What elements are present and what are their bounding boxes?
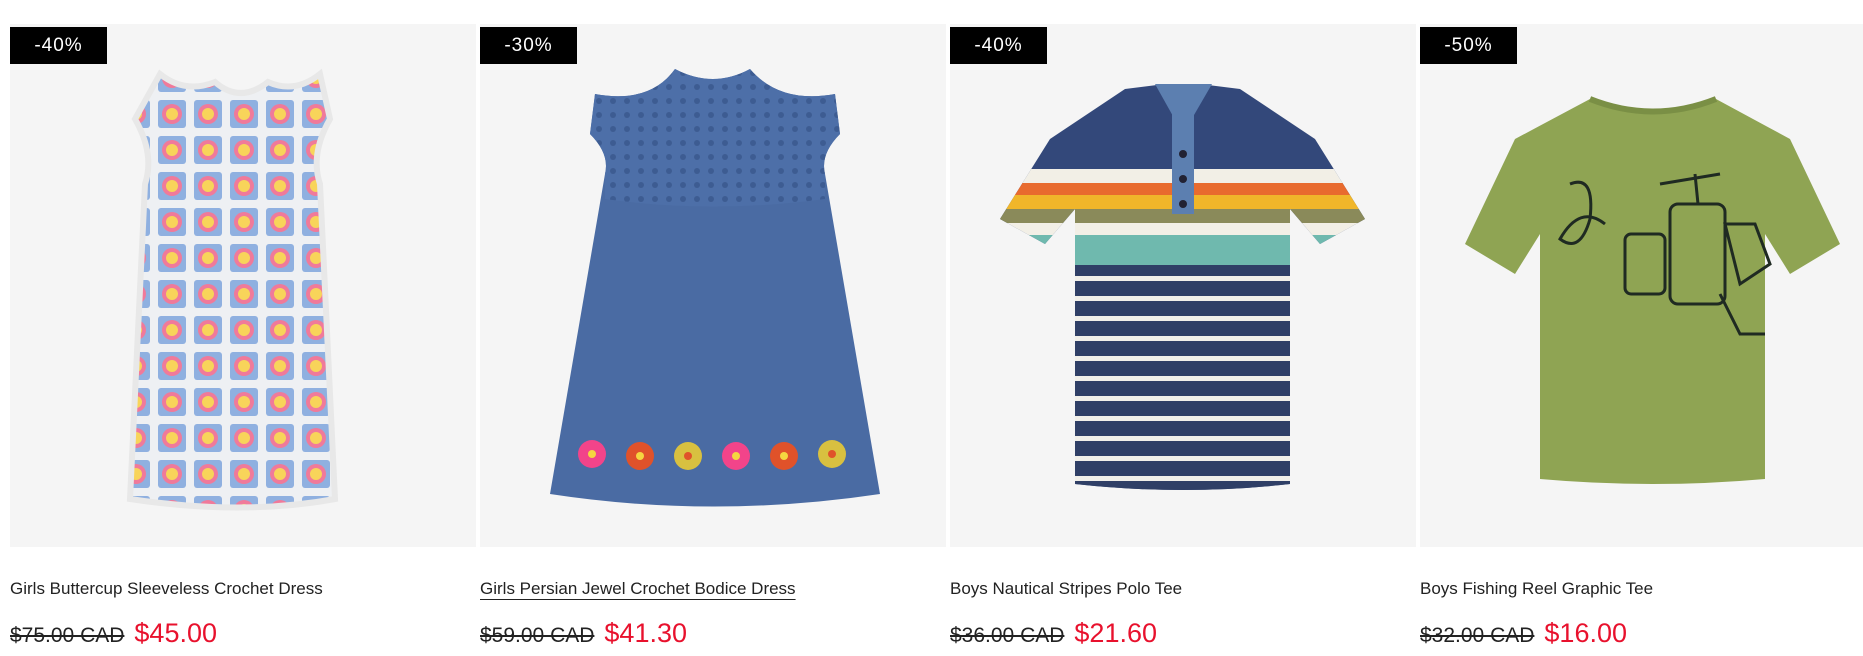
discount-badge: -50% (1420, 27, 1517, 64)
product-grid: -40% Girls Buttercup Sleeveless Crochet … (0, 0, 1863, 656)
product-image-link[interactable]: -50% (1420, 24, 1863, 547)
price-row: $59.00 CAD $41.30 (480, 618, 946, 649)
price-row: $36.00 CAD $21.60 (950, 618, 1416, 649)
product-image (1465, 96, 1840, 484)
product-card[interactable]: -30% Girls Persian Jewel Crochet Bodice … (480, 24, 946, 649)
original-price: $32.00 CAD (1420, 624, 1535, 647)
product-image-link[interactable]: -40% (950, 24, 1416, 547)
product-image (1000, 84, 1365, 490)
price-row: $32.00 CAD $16.00 (1420, 618, 1863, 649)
discount-badge: -40% (950, 27, 1047, 64)
sale-price: $45.00 (134, 618, 217, 648)
product-image (550, 69, 880, 507)
product-card[interactable]: -40% Boys Nautical Stripes Polo Tee $36.… (950, 24, 1416, 649)
product-name-link[interactable]: Girls Buttercup Sleeveless Crochet Dress (10, 578, 476, 600)
product-name-link[interactable]: Boys Nautical Stripes Polo Tee (950, 578, 1416, 600)
product-image-link[interactable]: -30% (480, 24, 946, 547)
product-card[interactable]: -40% Girls Buttercup Sleeveless Crochet … (10, 24, 476, 649)
sale-price: $16.00 (1544, 618, 1627, 648)
discount-badge: -40% (10, 27, 107, 64)
product-name-link[interactable]: Girls Persian Jewel Crochet Bodice Dress (480, 578, 946, 600)
product-name-link[interactable]: Boys Fishing Reel Graphic Tee (1420, 578, 1863, 600)
product-card[interactable]: -50% Boys Fishing Reel Graphic Tee $32.0… (1420, 24, 1863, 649)
price-row: $75.00 CAD $45.00 (10, 618, 476, 649)
discount-badge: -30% (480, 27, 577, 64)
original-price: $75.00 CAD (10, 624, 125, 647)
sale-price: $41.30 (604, 618, 687, 648)
product-image-link[interactable]: -40% (10, 24, 476, 547)
original-price: $36.00 CAD (950, 624, 1065, 647)
product-image (126, 68, 339, 511)
original-price: $59.00 CAD (480, 624, 595, 647)
sale-price: $21.60 (1074, 618, 1157, 648)
